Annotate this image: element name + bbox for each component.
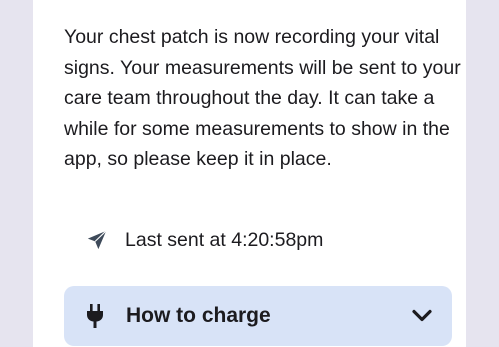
patch-status-card: Your chest patch is now recording your v… [33, 0, 466, 347]
recording-message: Your chest patch is now recording your v… [64, 26, 461, 170]
chevron-down-icon[interactable] [410, 304, 434, 328]
last-sent-text: Last sent at 4:20:58pm [125, 228, 324, 251]
how-to-charge-accordion[interactable]: How to charge [64, 286, 452, 346]
right-side-panel [466, 0, 499, 347]
plug-icon [86, 304, 104, 328]
last-sent-row: Last sent at 4:20:58pm [86, 226, 323, 254]
screen: Your chest patch is now recording your v… [0, 0, 499, 347]
left-side-panel [0, 0, 33, 347]
accordion-title: How to charge [126, 304, 271, 327]
send-icon [86, 229, 108, 251]
